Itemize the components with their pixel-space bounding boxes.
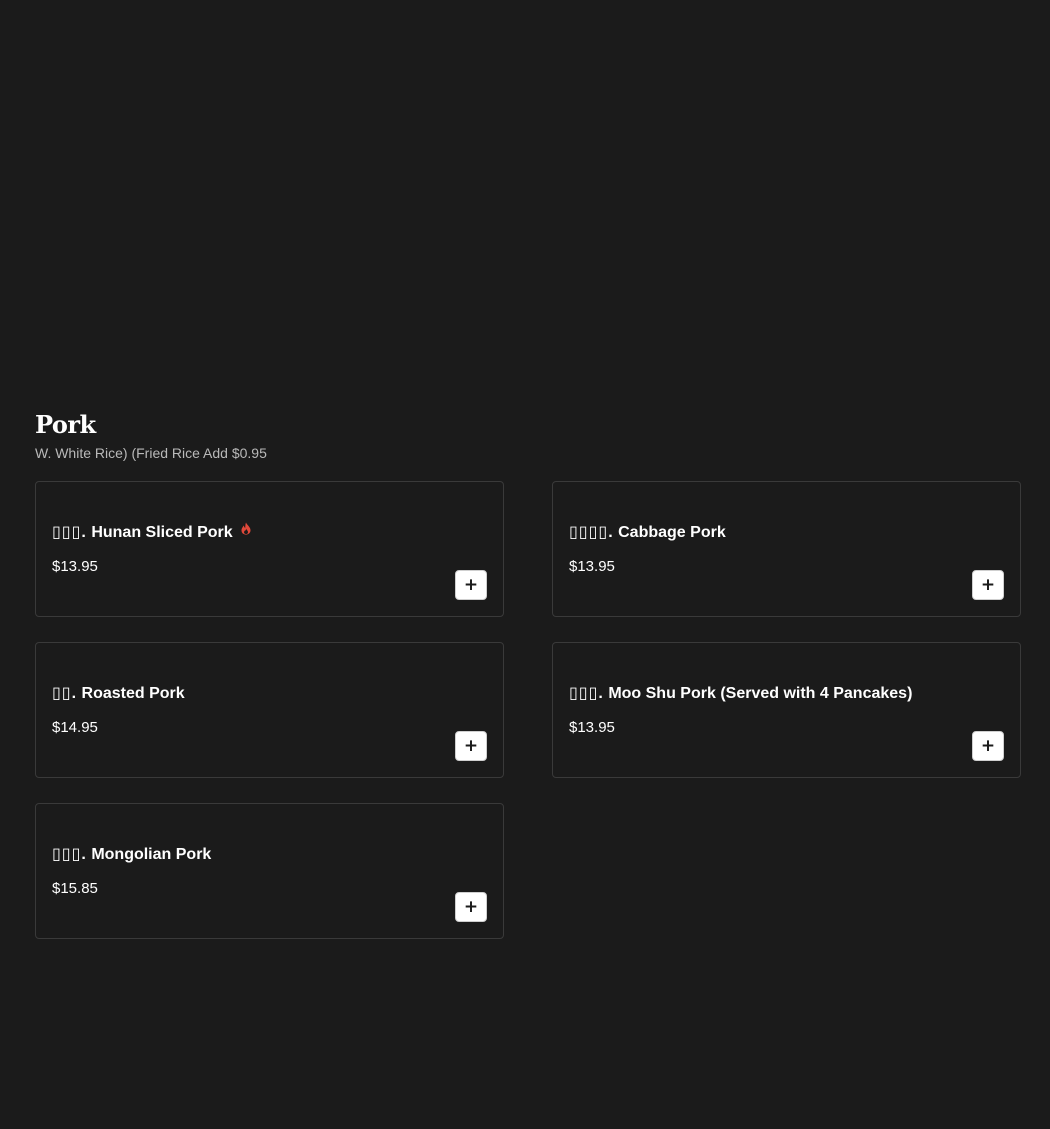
menu-item-card[interactable]: ▯▯▯. Mongolian Pork $15.85 + bbox=[35, 803, 504, 939]
menu-item-price: $13.95 bbox=[569, 558, 615, 575]
menu-item-card[interactable]: ▯▯▯. Moo Shu Pork (Served with 4 Pancake… bbox=[552, 642, 1021, 778]
menu-item-number: ▯▯▯. bbox=[52, 846, 87, 863]
menu-item-card[interactable]: ▯▯. Roasted Pork $14.95 + bbox=[35, 642, 504, 778]
menu-item-number: ▯▯▯. bbox=[52, 524, 87, 541]
menu-item-name: ▯▯▯. Moo Shu Pork (Served with 4 Pancake… bbox=[569, 683, 912, 705]
menu-item-number: ▯▯▯. bbox=[569, 685, 604, 702]
menu-page: Pork W. White Rice) (Fried Rice Add $0.9… bbox=[0, 0, 1050, 1129]
menu-item-title: Moo Shu Pork (Served with 4 Pancakes) bbox=[608, 685, 913, 702]
plus-icon: + bbox=[980, 574, 996, 595]
add-to-cart-button[interactable]: + bbox=[455, 731, 487, 761]
add-to-cart-button[interactable]: + bbox=[455, 892, 487, 922]
section-title: Pork bbox=[35, 410, 96, 439]
menu-item-price: $13.95 bbox=[569, 719, 615, 736]
menu-item-title: Hunan Sliced Pork bbox=[91, 524, 233, 541]
menu-item-number: ▯▯▯▯. bbox=[569, 524, 614, 541]
plus-icon: + bbox=[463, 574, 479, 595]
menu-items-grid: ▯▯▯. Hunan Sliced Pork $13.95 + ▯▯▯▯. Ca… bbox=[35, 481, 1021, 939]
plus-icon: + bbox=[463, 735, 479, 756]
menu-item-name: ▯▯▯. Mongolian Pork bbox=[52, 844, 211, 866]
plus-icon: + bbox=[980, 735, 996, 756]
menu-item-number: ▯▯. bbox=[52, 685, 78, 702]
menu-section-pork: Pork W. White Rice) (Fried Rice Add $0.9… bbox=[35, 408, 1021, 939]
menu-item-card[interactable]: ▯▯▯. Hunan Sliced Pork $13.95 + bbox=[35, 481, 504, 617]
add-to-cart-button[interactable]: + bbox=[455, 570, 487, 600]
menu-item-card[interactable]: ▯▯▯▯. Cabbage Pork $13.95 + bbox=[552, 481, 1021, 617]
menu-item-name: ▯▯▯▯. Cabbage Pork bbox=[569, 522, 726, 544]
menu-item-price: $13.95 bbox=[52, 558, 98, 575]
menu-item-title: Cabbage Pork bbox=[618, 524, 726, 541]
section-subtitle: W. White Rice) (Fried Rice Add $0.95 bbox=[35, 445, 267, 461]
add-to-cart-button[interactable]: + bbox=[972, 731, 1004, 761]
menu-item-name: ▯▯. Roasted Pork bbox=[52, 683, 185, 705]
menu-item-title: Mongolian Pork bbox=[91, 846, 212, 863]
plus-icon: + bbox=[463, 896, 479, 917]
menu-item-title: Roasted Pork bbox=[81, 685, 185, 702]
menu-item-price: $14.95 bbox=[52, 719, 98, 736]
menu-item-price: $15.85 bbox=[52, 880, 98, 897]
spicy-flame-icon bbox=[241, 520, 251, 542]
add-to-cart-button[interactable]: + bbox=[972, 570, 1004, 600]
menu-item-name: ▯▯▯. Hunan Sliced Pork bbox=[52, 522, 251, 544]
